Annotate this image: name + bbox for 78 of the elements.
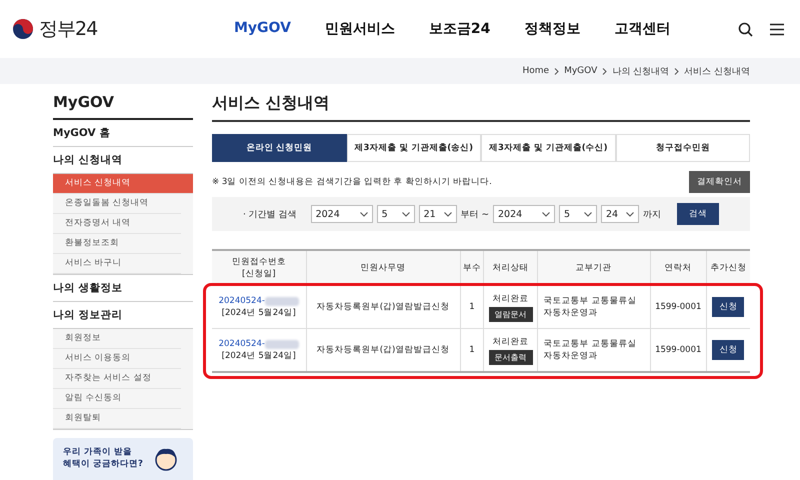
column-header: 민원접수번호 [신청일] <box>212 250 306 286</box>
table-cell: 1 <box>460 328 484 372</box>
table-cell: 1599-0001 <box>650 328 706 372</box>
chevron-icon <box>542 212 550 216</box>
banner-text: 우리 가족이 받을 혜택이 궁금하다면? <box>63 446 143 471</box>
menu-icon[interactable] <box>770 22 784 36</box>
chevron-icon <box>626 212 634 216</box>
status-text: 처리완료 <box>492 292 530 304</box>
status-text: 처리완료 <box>492 336 530 348</box>
sidebar-title: MyGOV <box>53 84 193 120</box>
submenu-item[interactable]: 환불정보조회 <box>53 234 181 254</box>
date-select[interactable]: 2024 <box>493 205 555 223</box>
document-button[interactable]: 문서출력 <box>488 350 533 364</box>
breadcrumb-link[interactable]: MyGOV <box>564 66 598 76</box>
submenu-item[interactable]: 회원정보 <box>53 329 181 349</box>
tab[interactable]: 온라인 신청민원 <box>212 134 346 162</box>
sidebar-section[interactable]: MyGOV 홈 <box>53 120 193 147</box>
column-header: 교부기관 <box>537 250 650 286</box>
receipt-button[interactable]: 결제확인서 <box>689 171 750 193</box>
submenu-item[interactable]: 서비스 바구니 <box>53 254 181 274</box>
table-cell: 국토교통부 교통물류실 자동차운영과 <box>537 286 650 328</box>
submenu-item[interactable]: 자주찾는 서비스 설정 <box>53 369 181 389</box>
table-cell: 1 <box>460 286 484 328</box>
column-header: 연락처 <box>650 250 706 286</box>
date-select[interactable]: 5 <box>376 205 415 223</box>
table-cell: 국토교통부 교통물류실 자동차운영과 <box>537 328 650 372</box>
chevron-icon <box>554 68 560 74</box>
apply-button[interactable]: 신청 <box>712 340 744 360</box>
document-button[interactable]: 열람문서 <box>488 306 533 322</box>
date-text: [2024년 5월24일] <box>220 350 297 362</box>
sidebar-section[interactable]: 나의 생활정보 <box>53 275 193 302</box>
chevron-icon <box>602 68 608 74</box>
nav-link[interactable]: 정책정보 <box>524 20 580 38</box>
submenu-item[interactable]: 알림 수신동의 <box>53 389 181 409</box>
page-title: 서비스 신청내역 <box>212 84 750 122</box>
nav-link[interactable]: 보조금24 <box>428 20 490 38</box>
receipt-number-link[interactable]: 20240524- <box>218 295 265 307</box>
chevron-icon <box>584 212 592 216</box>
chevron-icon <box>674 68 680 74</box>
receipt-number-link[interactable]: 20240524- <box>218 338 265 350</box>
chevron-icon <box>402 212 410 216</box>
search-button[interactable]: 검색 <box>677 203 719 225</box>
date-text: [2024년 5월24일] <box>220 307 297 319</box>
nav-link[interactable]: 민원서비스 <box>324 20 395 38</box>
chevron-icon <box>444 212 452 216</box>
search-icon[interactable] <box>738 22 753 36</box>
column-header: 추가신청 <box>706 250 750 286</box>
date-select[interactable]: 2024 <box>310 205 373 223</box>
tab[interactable]: 청구접수민원 <box>616 134 750 162</box>
submenu-item[interactable]: 회원탈퇴 <box>53 409 181 429</box>
date-select[interactable]: 5 <box>559 205 597 223</box>
range-text: 부터 ~ <box>460 208 489 220</box>
column-header: 민원사무명 <box>306 250 460 286</box>
submenu-item[interactable]: 온종일돌봄 신청내역 <box>53 194 181 214</box>
nav-link[interactable]: 고객센터 <box>614 20 670 38</box>
search-label: · 기간별 검색 <box>243 208 297 220</box>
breadcrumb-link[interactable]: 나의 신청내역 <box>612 64 670 78</box>
logo-text[interactable]: 정부24 <box>39 16 98 42</box>
chevron-icon <box>360 212 368 216</box>
tab[interactable]: 제3자제출 및 기관제출(송신) <box>346 134 481 162</box>
table-cell: 1599-0001 <box>650 286 706 328</box>
column-header: 처리상태 <box>484 250 538 286</box>
date-select[interactable]: 21 <box>418 205 457 223</box>
nav-link[interactable]: MyGOV <box>234 20 291 38</box>
notice-text: ※ 3일 이전의 신청내용은 검색기간을 입력한 후 확인하시기 바랍니다. <box>212 176 492 188</box>
apply-button[interactable]: 신청 <box>712 297 744 317</box>
table-cell: 자동차등록원부(갑)열람발급신청 <box>306 286 460 328</box>
promo-banner[interactable]: 우리 가족이 받을 혜택이 궁금하다면? <box>53 438 193 480</box>
date-select[interactable]: 24 <box>601 205 639 223</box>
breadcrumb-link[interactable]: 서비스 신청내역 <box>684 64 750 78</box>
emblem-icon <box>12 18 34 40</box>
breadcrumb-link[interactable]: Home <box>522 66 550 76</box>
table-cell: 자동차등록원부(갑)열람발급신청 <box>306 328 460 372</box>
submenu-item[interactable]: 서비스 이용동의 <box>53 349 181 369</box>
submenu-item[interactable]: 전자증명서 내역 <box>53 214 181 234</box>
tab[interactable]: 제3자제출 및 기관제출(수신) <box>481 134 616 162</box>
range-text: 까지 <box>643 208 661 220</box>
submenu-item[interactable]: 서비스 신청내역 <box>53 174 193 194</box>
